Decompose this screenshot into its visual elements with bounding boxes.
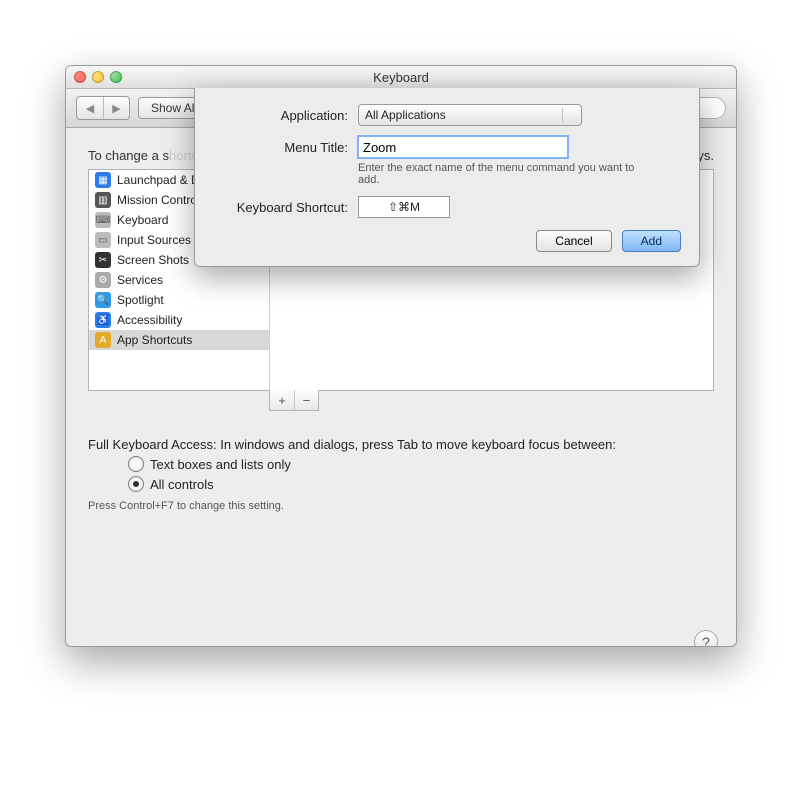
back-button[interactable]: ◀ <box>77 97 103 119</box>
close-window-button[interactable] <box>74 71 86 83</box>
forward-button[interactable]: ▶ <box>103 97 129 119</box>
minimize-window-button[interactable] <box>92 71 104 83</box>
zoom-window-button[interactable] <box>110 71 122 83</box>
application-label: Application: <box>213 108 358 123</box>
radio-icon <box>128 456 144 472</box>
menu-title-label: Menu Title: <box>213 140 358 155</box>
menu-title-input[interactable] <box>358 136 568 158</box>
fka-radio-textboxes[interactable]: Text boxes and lists only <box>128 456 714 472</box>
remove-shortcut-button[interactable]: − <box>294 390 318 410</box>
help-button[interactable]: ? <box>694 630 718 647</box>
full-keyboard-access-label: Full Keyboard Access: In windows and dia… <box>88 437 714 452</box>
popup-arrows-icon: ▴▾ <box>571 107 575 123</box>
add-shortcut-button[interactable]: + <box>270 390 294 410</box>
fka-radio-allcontrols[interactable]: All controls <box>128 476 714 492</box>
window-controls <box>74 71 122 83</box>
category-row: ♿Accessibility <box>89 310 269 330</box>
nav-back-forward: ◀ ▶ <box>76 96 130 120</box>
keyboard-shortcut-field[interactable]: ⇧⌘M <box>358 196 450 218</box>
menu-title-help: Enter the exact name of the menu command… <box>358 162 638 186</box>
window-title: Keyboard <box>66 70 736 85</box>
category-row: 🔍Spotlight <box>89 290 269 310</box>
category-row: ⚙Services <box>89 270 269 290</box>
category-row-selected: AApp Shortcuts <box>89 330 269 350</box>
radio-icon <box>128 476 144 492</box>
add-remove-segment: + − <box>269 390 319 411</box>
titlebar: Keyboard <box>66 66 736 89</box>
add-shortcut-sheet: Application: All Applications ▴▾ Menu Ti… <box>194 88 700 267</box>
keyboard-shortcut-label: Keyboard Shortcut: <box>213 200 358 215</box>
fka-hint: Press Control+F7 to change this setting. <box>88 500 714 512</box>
add-button[interactable]: Add <box>622 230 681 252</box>
application-popup[interactable]: All Applications ▴▾ <box>358 104 582 126</box>
cancel-button[interactable]: Cancel <box>536 230 611 252</box>
